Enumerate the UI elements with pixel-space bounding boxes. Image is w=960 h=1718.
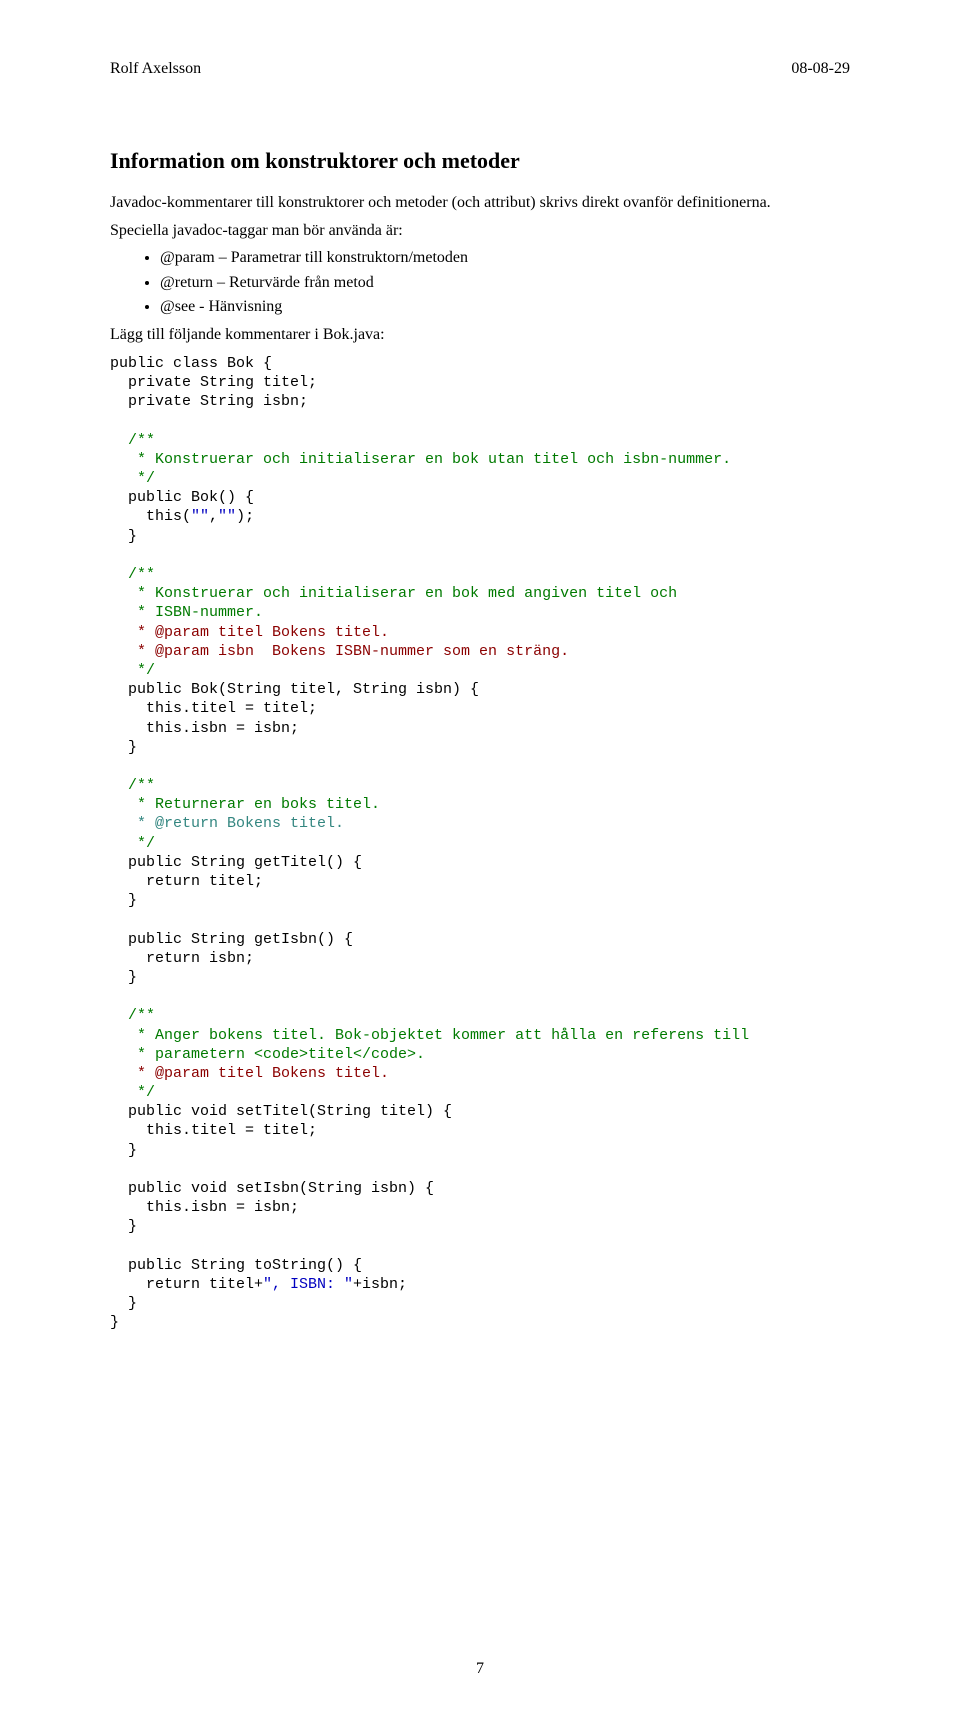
- page-number: 7: [476, 1660, 484, 1678]
- code-line: this.isbn = isbn;: [110, 1199, 299, 1216]
- tag-list: @param – Parametrar till konstruktorn/me…: [110, 247, 850, 318]
- code-line: public void setIsbn(String isbn) {: [110, 1180, 434, 1197]
- code-comment: /**: [110, 566, 155, 583]
- bullet-param: @param – Parametrar till konstruktorn/me…: [160, 247, 850, 269]
- code-tag-return: * @return Bokens titel.: [110, 815, 344, 832]
- code-comment: */: [110, 835, 155, 852]
- intro-paragraph: Javadoc-kommentarer till konstruktorer o…: [110, 192, 850, 214]
- code-line: private String titel;: [110, 374, 317, 391]
- code-line: return titel;: [110, 873, 263, 890]
- page: Rolf Axelsson 08-08-29 Information om ko…: [0, 0, 960, 1718]
- precode-text: Lägg till följande kommentarer i Bok.jav…: [110, 324, 850, 346]
- code-comment: /**: [110, 1007, 155, 1024]
- code-line: return titel+", ISBN: "+isbn;: [110, 1276, 407, 1293]
- code-line: public String toString() {: [110, 1257, 362, 1274]
- code-comment: * Returnerar en boks titel.: [110, 796, 380, 813]
- page-header: Rolf Axelsson 08-08-29: [110, 60, 850, 78]
- tag-lead: Speciella javadoc-taggar man bör använda…: [110, 220, 850, 242]
- code-line: }: [110, 969, 137, 986]
- section-title: Information om konstruktorer och metoder: [110, 148, 850, 174]
- code-line: }: [110, 1142, 137, 1159]
- code-line: public Bok() {: [110, 489, 254, 506]
- code-comment: * Konstruerar och initialiserar en bok m…: [110, 585, 686, 602]
- code-line: return isbn;: [110, 950, 254, 967]
- code-line: private String isbn;: [110, 393, 308, 410]
- code-line: }: [110, 1295, 137, 1312]
- code-tag-param: * @param titel Bokens titel.: [110, 624, 389, 641]
- code-line: public String getIsbn() {: [110, 931, 353, 948]
- code-line: }: [110, 892, 137, 909]
- bullet-see: @see - Hänvisning: [160, 296, 850, 318]
- code-line: }: [110, 739, 137, 756]
- bullet-return: @return – Returvärde från metod: [160, 272, 850, 294]
- code-comment: * Konstruerar och initialiserar en bok u…: [110, 451, 731, 468]
- code-comment: */: [110, 662, 155, 679]
- code-comment: * ISBN-nummer.: [110, 604, 263, 621]
- header-date: 08-08-29: [791, 60, 850, 78]
- code-line: public void setTitel(String titel) {: [110, 1103, 452, 1120]
- code-line: }: [110, 1314, 119, 1331]
- code-comment: * Anger bokens titel. Bok-objektet komme…: [110, 1027, 749, 1044]
- code-comment: * parametern <code>titel</code>.: [110, 1046, 425, 1063]
- code-comment: /**: [110, 777, 155, 794]
- code-line: this("","");: [110, 508, 254, 525]
- header-author: Rolf Axelsson: [110, 60, 201, 78]
- code-line: }: [110, 528, 137, 545]
- code-comment: */: [110, 470, 155, 487]
- code-line: public Bok(String titel, String isbn) {: [110, 681, 479, 698]
- code-line: public class Bok {: [110, 355, 272, 372]
- code-comment: /**: [110, 432, 155, 449]
- code-comment: */: [110, 1084, 155, 1101]
- code-line: this.titel = titel;: [110, 1122, 317, 1139]
- code-line: }: [110, 1218, 137, 1235]
- code-line: this.titel = titel;: [110, 700, 317, 717]
- code-listing: public class Bok { private String titel;…: [110, 354, 850, 1333]
- code-tag-param: * @param isbn Bokens ISBN-nummer som en …: [110, 643, 569, 660]
- code-line: this.isbn = isbn;: [110, 720, 299, 737]
- code-tag-param: * @param titel Bokens titel.: [110, 1065, 389, 1082]
- code-line: public String getTitel() {: [110, 854, 362, 871]
